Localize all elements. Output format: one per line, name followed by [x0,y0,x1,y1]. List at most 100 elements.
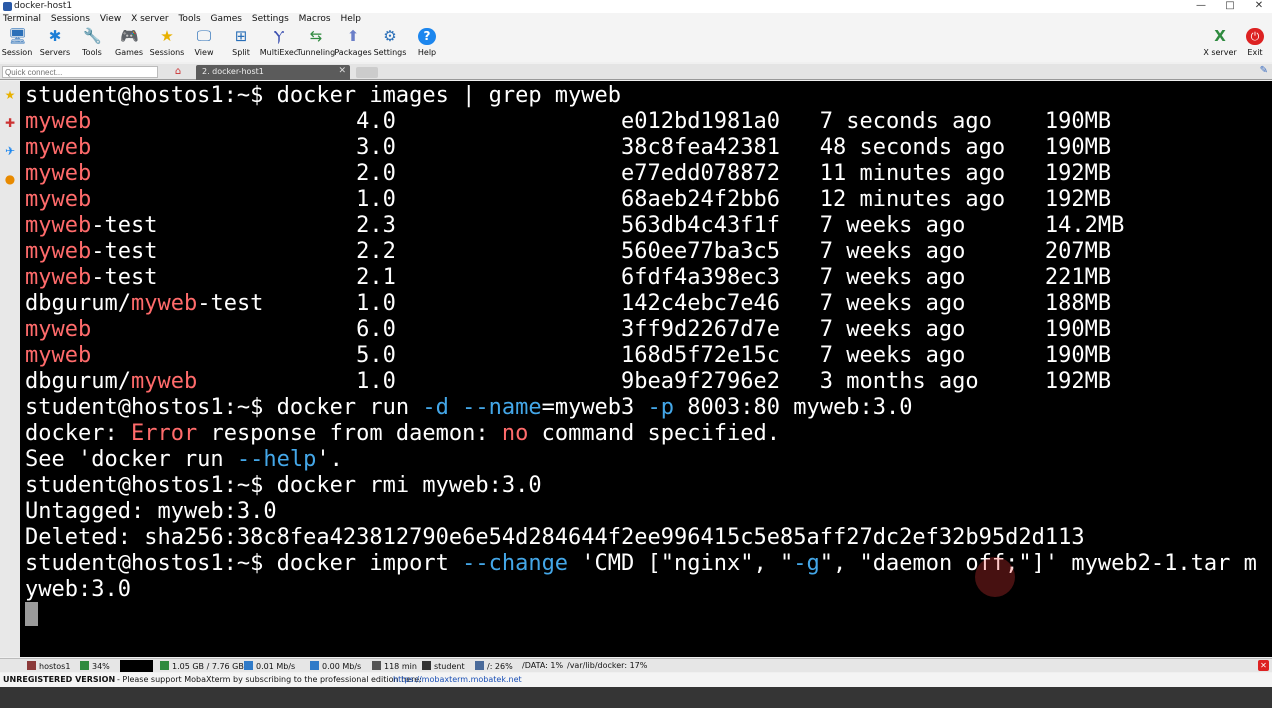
sidebar-sftp-icon[interactable]: ✈ [0,137,20,165]
terminal-text-segment: Error [130,421,198,446]
sidebar-tools-icon[interactable]: ✚ [0,109,20,137]
terminal-text-segment: docker: [25,421,131,446]
status-upload: 0.01 Mb/s [244,661,295,671]
terminal-text-segment: myweb [25,187,92,212]
menu-sessions[interactable]: Sessions [48,13,94,24]
new-tab-button[interactable] [356,67,378,78]
terminal-text-segment: student@hostos1:~$ docker import [25,551,463,576]
close-window-icon[interactable]: ✕ [1244,0,1272,12]
status-close-icon[interactable]: ✕ [1258,660,1269,671]
session-button[interactable]: 🖥 Session [0,28,37,60]
menu-macros[interactable]: Macros [296,13,335,24]
exit-button[interactable]: ⏻ Exit [1239,28,1271,60]
terminal-text-segment: student@hostos1:~$ docker images | grep … [25,83,622,108]
view-button[interactable]: 🖵 View [184,28,224,60]
terminal-text-segment: -p [647,395,675,420]
menu-x-server[interactable]: X server [128,13,173,24]
mobaxterm-link[interactable]: https://mobaxterm.mobatek.net [393,675,522,684]
terminal-text-segment: myweb [25,109,92,134]
split-button[interactable]: ⊞ Split [221,28,261,60]
status-memory: 1.05 GB / 7.76 GB [160,661,244,671]
sessions-button[interactable]: ★ Sessions [147,28,187,60]
help-icon: ? [418,28,436,45]
help-button[interactable]: ? Help [407,28,447,60]
multiexec-icon: Ⲩ [273,27,285,45]
terminal-line: dbgurum/myweb 1.0 9bea9f2796e2 3 months … [25,369,1257,395]
sidebar-macros-icon[interactable]: ● [0,165,20,193]
terminal-text-segment: --change [462,551,569,576]
terminal-text-segment: 1.0 68aeb24f2bb6 12 minutes ago 192MB [91,187,1112,212]
status-cpu: 34% [80,661,110,671]
terminal-text-segment: 1.0 9bea9f2796e2 3 months ago 192MB [197,369,1112,394]
mouse-click-highlight [975,557,1015,597]
terminal-line: myweb 4.0 e012bd1981a0 7 seconds ago 190… [25,109,1257,135]
terminal-text-segment: =myweb3 [541,395,648,420]
maximize-icon[interactable]: □ [1215,0,1245,12]
menu-terminal[interactable]: Terminal [0,13,45,24]
games-button[interactable]: 🎮 Games [109,28,149,60]
paperclip-icon[interactable]: ✎ [1260,65,1268,76]
unregistered-label: UNREGISTERED VERSION [3,675,116,684]
terminal-text-segment: myweb [25,265,92,290]
terminal-text-segment: myweb [25,213,92,238]
sidebar-favorites-star-icon[interactable]: ★ [0,81,20,109]
terminal-text-segment: '. [316,447,343,472]
tools-icon: 🔧 [83,27,102,45]
menu-tools[interactable]: Tools [175,13,204,24]
exit-label: Exit [1247,48,1263,57]
terminal-line: myweb 3.0 38c8fea42381 48 seconds ago 19… [25,135,1257,161]
tunneling-button[interactable]: ⇆ Tunneling [296,28,336,60]
menu-games[interactable]: Games [208,13,246,24]
terminal-text-segment: yweb:3.0 [25,577,131,602]
disk-icon [475,661,484,670]
multiexec-label: MultiExec [259,48,299,57]
support-message: - Please support MobaXterm by subscribin… [117,675,422,684]
terminal-line: myweb 2.0 e77edd078872 11 minutes ago 19… [25,161,1257,187]
bottom-band [0,687,1272,708]
quick-connect-input[interactable] [2,66,158,78]
tab-docker-host1[interactable]: 2. docker-host1 ✕ [196,65,350,80]
terminal-line: Untagged: myweb:3.0 [25,499,1257,525]
packages-button[interactable]: ⬆ Packages [333,28,373,60]
terminal-text-segment: 2.0 e77edd078872 11 minutes ago 192MB [91,161,1112,186]
menu-view[interactable]: View [97,13,125,24]
tab-close-icon[interactable]: ✕ [338,66,346,76]
help-label: Help [417,48,437,57]
terminal-line: student@hostos1:~$ docker run -d --name=… [25,395,1257,421]
terminal-text-segment: -d --name [422,395,542,420]
uptime-icon [372,661,381,670]
terminal-text-segment: ", "daemon off;"]' myweb2-1.tar m [819,551,1257,576]
terminal-area[interactable]: student@hostos1:~$ docker images | grep … [20,81,1272,657]
memory-icon [160,661,169,670]
status-host: hostos1 [27,661,70,671]
multiexec-button[interactable]: Ⲩ MultiExec [259,28,299,60]
servers-button[interactable]: ✱ Servers [35,28,75,60]
terminal-text-segment: student@hostos1:~$ docker run [25,395,423,420]
terminal-cursor [25,602,38,626]
terminal-text-segment: myweb [25,239,92,264]
status-data-disk: /DATA: 1% [522,661,564,670]
status-uptime: 118 min [372,661,417,671]
menu-settings[interactable]: Settings [249,13,293,24]
home-tab-icon[interactable]: ⌂ [168,65,188,79]
terminal-text-segment: 'CMD ["nginx", " [568,551,794,576]
terminal-line: student@hostos1:~$ docker rmi myweb:3.0 [25,473,1257,499]
terminal-text-segment: myweb [25,135,92,160]
terminal-text-segment: myweb [130,369,198,394]
terminal-line: yweb:3.0 [25,577,1257,603]
terminal-text-segment: --help [236,447,317,472]
status-host-text: hostos1 [39,662,71,671]
terminal-line: myweb 6.0 3ff9d2267d7e 7 weeks ago 190MB [25,317,1257,343]
status-disk-text: /: 26% [487,662,513,671]
tools-button[interactable]: 🔧 Tools [72,28,112,60]
menu-help[interactable]: Help [337,13,365,24]
terminal-line: myweb-test 2.1 6fdf4a398ec3 7 weeks ago … [25,265,1257,291]
x-server-button[interactable]: X X server [1200,28,1240,60]
status-bar: hostos1 34% 1.05 GB / 7.76 GB 0.01 Mb/s … [0,658,1272,672]
minimize-icon[interactable]: — [1186,0,1216,12]
settings-button[interactable]: ⚙ Settings [370,28,410,60]
status-cpu-text: 34% [92,662,110,671]
view-icon: 🖵 [196,27,212,45]
split-icon: ⊞ [234,27,248,45]
menu-bar: Terminal Sessions View X server Tools Ga… [0,13,1272,26]
